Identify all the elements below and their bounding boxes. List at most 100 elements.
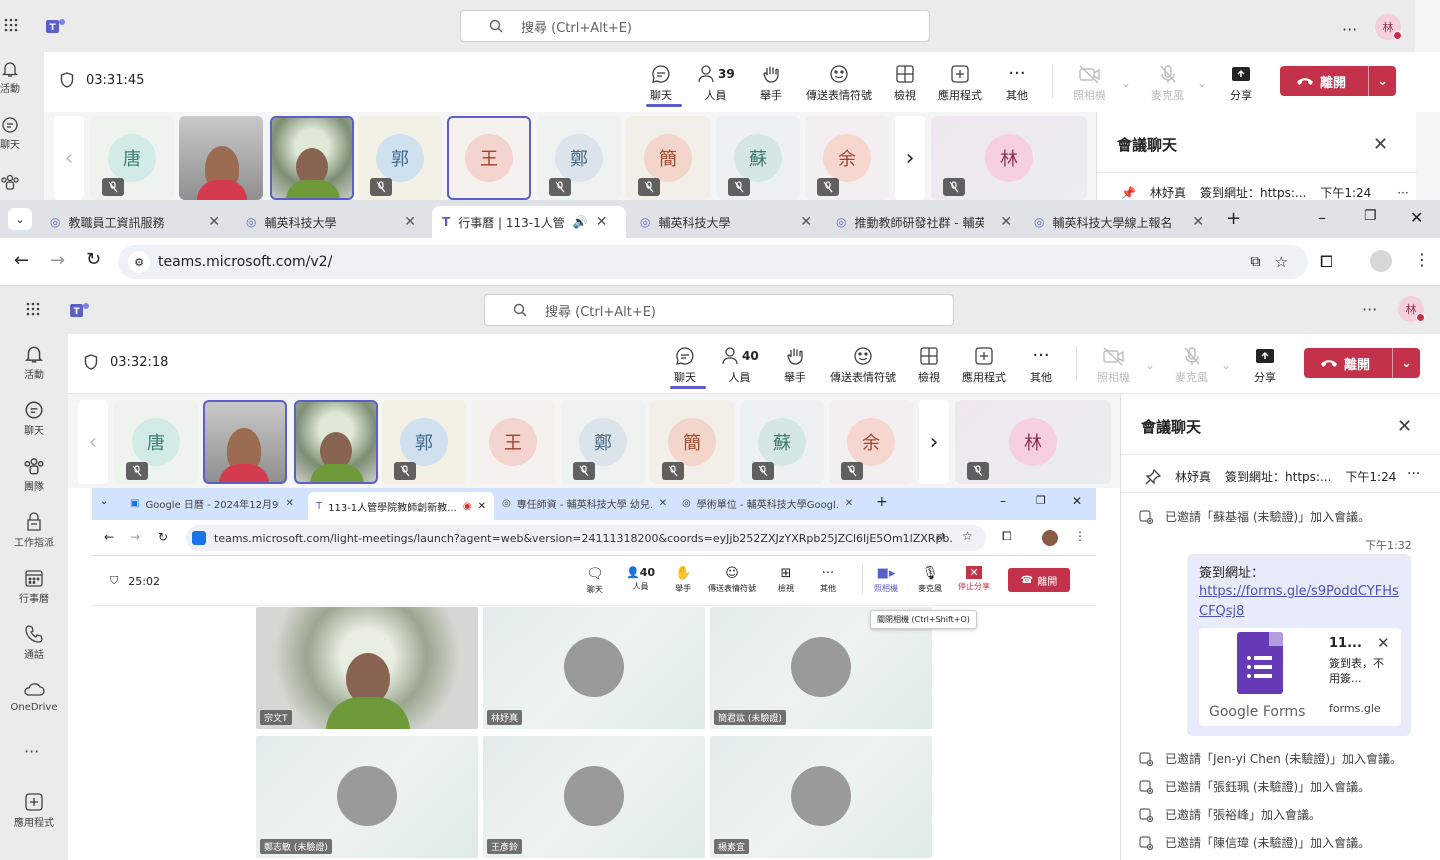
participant-tile[interactable]: 蘇 (740, 400, 824, 484)
participant-tile[interactable]: 簡 (626, 116, 710, 200)
close-tab-icon[interactable]: ✕ (208, 214, 220, 230)
extensions-icon[interactable]: ⧠ (1320, 252, 1333, 272)
participant-tile[interactable]: 簡 (650, 400, 734, 484)
react-button[interactable]: 傳送表情符號 (806, 64, 872, 103)
rail-onedrive[interactable]: OneDrive (0, 680, 68, 713)
browser-menu-icon[interactable]: ⋮ (1414, 250, 1430, 269)
strip-prev-button[interactable]: ‹ (78, 400, 108, 484)
tab-search-icon[interactable]: ⌄ (8, 208, 32, 230)
browser-tab[interactable]: ◎ 教職員工資訊服務 ✕ (40, 206, 230, 238)
address-bar[interactable]: ⚙ teams.microsoft.com/v2/ ⧉ ☆ (118, 245, 1308, 279)
profile-icon[interactable] (1370, 250, 1392, 272)
mic-chevron-icon[interactable]: ⌄ (1197, 76, 1207, 90)
participant-tile[interactable]: 王 (471, 400, 555, 484)
minimize-icon[interactable]: – (1318, 208, 1326, 227)
mic-chevron-icon[interactable]: ⌄ (1221, 358, 1231, 372)
chat-button[interactable]: 聊天 (646, 64, 682, 107)
participant-tile[interactable]: 唐 (114, 400, 198, 484)
view-button[interactable]: 檢視 (894, 64, 916, 103)
browser-tab[interactable]: ◎ 輔英科技大學線上報名 ✕ (1024, 206, 1214, 238)
close-tab-icon[interactable]: ✕ (596, 214, 608, 230)
close-tab-icon[interactable]: ✕ (1192, 214, 1204, 230)
strip-prev-button[interactable]: ‹ (54, 116, 84, 200)
site-info-icon[interactable]: ⚙ (128, 251, 150, 273)
leave-button[interactable]: 離開 ⌄ (1280, 66, 1396, 96)
browser-tab-active[interactable]: T 行事曆 | 113-1人管 🔊 ✕ (432, 206, 626, 238)
mic-button[interactable]: 麥克風 (1151, 64, 1184, 103)
back-icon[interactable]: ← (14, 250, 29, 271)
participant-video-tile[interactable] (294, 400, 378, 484)
search-input[interactable]: 搜尋 (Ctrl+Alt+E) (460, 10, 930, 42)
link-preview-card[interactable]: Google Forms 11... ✕ 簽到表，不用簽... forms.gl… (1199, 628, 1401, 726)
more-options-icon[interactable]: ··· (1397, 186, 1408, 200)
react-button[interactable]: 傳送表情符號 (830, 346, 896, 385)
app-launcher-icon[interactable] (26, 302, 40, 316)
leave-button[interactable]: 離開 ⌄ (1304, 348, 1420, 378)
people-button[interactable]: 39 人員 (696, 64, 735, 103)
pinned-message[interactable]: 林妤真 簽到網址：https:... 下午1:24 (1145, 468, 1396, 485)
rail-calendar[interactable]: 行事曆 (0, 568, 68, 605)
participant-tile[interactable]: 唐 (90, 116, 174, 200)
rail-chat[interactable]: 聊天 (0, 400, 68, 437)
participant-video-tile[interactable] (270, 116, 354, 200)
camera-chevron-icon[interactable]: ⌄ (1145, 358, 1155, 372)
apps-button[interactable]: 應用程式 (938, 64, 982, 103)
rail-assignments[interactable]: 工作指派 (0, 512, 68, 549)
people-button[interactable]: 40 人員 (720, 346, 759, 385)
reload-icon[interactable]: ↻ (86, 249, 101, 270)
browser-tab[interactable]: ◎ 推動教師研發社群 - 輔英 ✕ (826, 206, 1022, 238)
app-launcher-icon[interactable] (4, 18, 18, 32)
install-app-icon[interactable]: ⧉ (1251, 254, 1261, 270)
close-tab-icon[interactable]: ✕ (800, 214, 812, 230)
forms-link[interactable]: https://forms.gle/s9PoddCYFHsCFQsj8 (1199, 582, 1399, 622)
participant-tile[interactable]: 郭 (358, 116, 442, 200)
participant-tile[interactable]: 余 (829, 400, 913, 484)
share-button[interactable]: 分享 (1254, 346, 1276, 385)
raise-hand-button[interactable]: 舉手 (760, 64, 782, 103)
rail-teams[interactable]: 團隊 (0, 456, 68, 493)
strip-next-button[interactable]: › (895, 116, 925, 200)
more-button[interactable]: ··· 其他 (1006, 64, 1028, 103)
rail-apps[interactable]: 應用程式 (0, 792, 68, 829)
forward-icon[interactable]: → (50, 250, 65, 271)
close-window-icon[interactable]: ✕ (1410, 208, 1423, 227)
participant-video-tile[interactable] (179, 116, 263, 200)
teams-icon[interactable] (0, 174, 20, 190)
more-options-icon[interactable]: ··· (1362, 300, 1377, 319)
chat-button[interactable]: 聊天 (670, 346, 706, 389)
close-icon[interactable]: ✕ (1373, 134, 1388, 155)
participant-tile[interactable]: 余 (805, 116, 889, 200)
more-options-icon[interactable]: ··· (1342, 20, 1357, 39)
close-tab-icon[interactable]: ✕ (404, 214, 416, 230)
apps-button[interactable]: 應用程式 (962, 346, 1006, 385)
close-tab-icon[interactable]: ✕ (1000, 214, 1012, 230)
leave-chevron-icon[interactable]: ⌄ (1368, 66, 1396, 96)
chat-message-bubble[interactable]: 簽到網址： https://forms.gle/s9PoddCYFHsCFQsj… (1187, 554, 1411, 736)
browser-tab[interactable]: ◎ 輔英科技大學 ✕ (630, 206, 822, 238)
participant-tile[interactable]: 郭 (382, 400, 466, 484)
dismiss-preview-icon[interactable]: ✕ (1377, 634, 1390, 652)
leave-chevron-icon[interactable]: ⌄ (1392, 348, 1420, 378)
participant-tile[interactable]: 鄭 (561, 400, 645, 484)
close-chat-icon[interactable]: ✕ (1397, 416, 1412, 437)
more-apps-icon[interactable]: ··· (24, 742, 39, 761)
self-tile[interactable]: 林 (931, 116, 1087, 200)
rail-activity[interactable]: 活動 (0, 344, 68, 381)
camera-button[interactable]: 照相機 (1073, 64, 1106, 103)
camera-chevron-icon[interactable]: ⌄ (1121, 76, 1131, 90)
rail-calls[interactable]: 通話 (0, 624, 68, 661)
camera-button[interactable]: 照相機 (1097, 346, 1130, 385)
participant-video-tile[interactable] (203, 400, 287, 484)
participant-tile[interactable]: 鄭 (537, 116, 621, 200)
mic-button[interactable]: 麥克風 (1175, 346, 1208, 385)
rail-chat[interactable]: 聊天 (0, 116, 20, 151)
self-tile[interactable]: 林 (955, 400, 1111, 484)
search-input[interactable]: 搜尋 (Ctrl+Alt+E) (484, 294, 954, 326)
share-button[interactable]: 分享 (1230, 64, 1252, 103)
browser-tab[interactable]: ◎ 輔英科技大學 ✕ (236, 206, 426, 238)
restore-icon[interactable]: ❐ (1364, 208, 1377, 224)
more-button[interactable]: ··· 其他 (1030, 346, 1052, 385)
participant-tile[interactable]: 蘇 (716, 116, 800, 200)
view-button[interactable]: 檢視 (918, 346, 940, 385)
strip-next-button[interactable]: › (919, 400, 949, 484)
